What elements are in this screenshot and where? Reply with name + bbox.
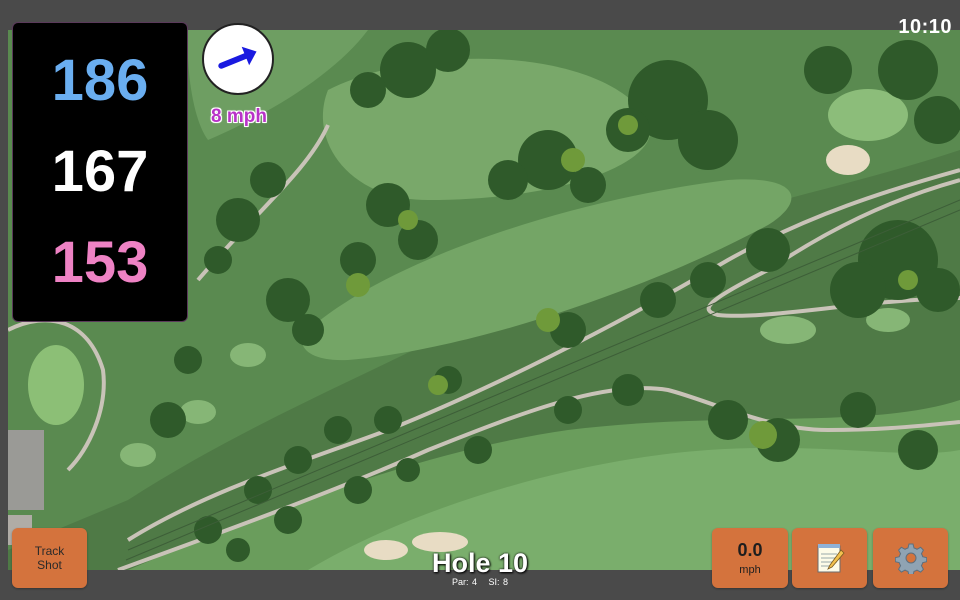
speed-value: 0.0 [737, 540, 763, 560]
wind-indicator [202, 23, 274, 95]
speed-button[interactable]: 0.0 mph [712, 528, 788, 588]
wind-speed: 8 mph [211, 106, 267, 127]
distance-panel: 186 167 153 [12, 22, 188, 322]
hole-title: Hole 10 [431, 548, 529, 578]
hole-par: Par: 4 [451, 577, 477, 587]
notes-button[interactable] [792, 528, 867, 588]
track-shot-button[interactable]: Track Shot [12, 528, 87, 588]
gear-icon [894, 543, 927, 574]
notepad-icon [817, 544, 845, 573]
track-shot-label-line1: Track [34, 544, 65, 558]
hole-stroke-index: SI: 8 [488, 577, 509, 587]
speed-unit: mph [739, 564, 761, 576]
clock: 10:10 [898, 16, 952, 38]
track-shot-label-line2: Shot [37, 558, 62, 572]
distance-back: 186 [51, 47, 149, 113]
wind-arrow-icon [218, 46, 257, 69]
hole-info: Par: 4 SI: 8 [380, 577, 580, 587]
distance-front: 153 [51, 230, 149, 296]
distance-middle: 167 [51, 138, 149, 204]
settings-button[interactable] [873, 528, 948, 588]
